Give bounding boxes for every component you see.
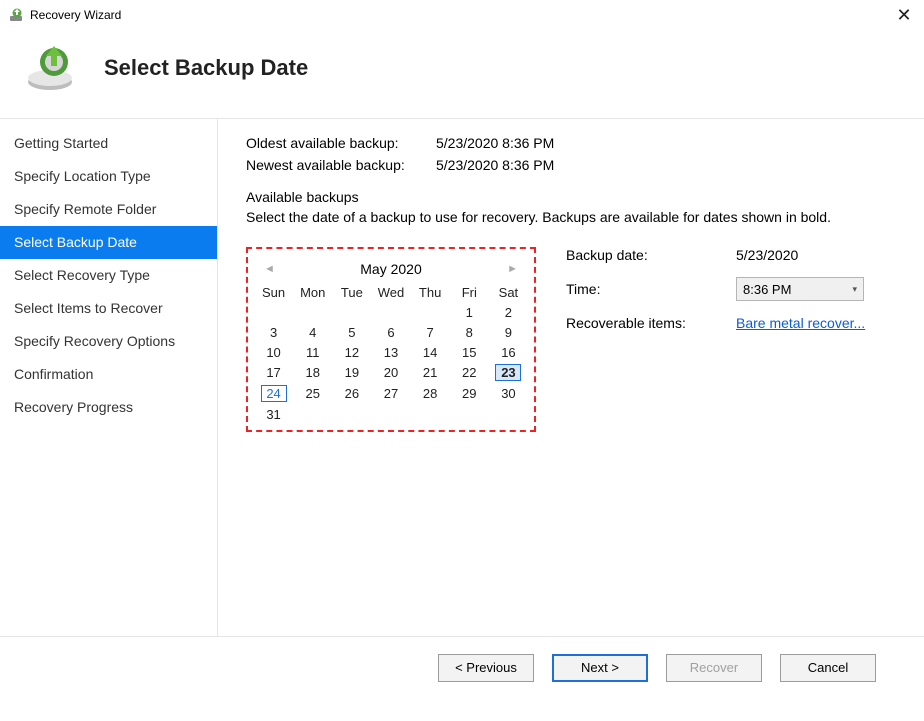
calendar-month-label[interactable]: May 2020	[360, 261, 421, 277]
calendar-day[interactable]: 29	[450, 383, 489, 404]
calendar-dow: Fri	[450, 283, 489, 302]
calendar-day[interactable]: 10	[254, 342, 293, 362]
sidebar-step[interactable]: Recovery Progress	[0, 391, 217, 424]
calendar-day[interactable]: 11	[293, 342, 332, 362]
wizard-footer: < Previous Next > Recover Cancel	[0, 636, 924, 698]
previous-button[interactable]: < Previous	[438, 654, 534, 682]
calendar-day[interactable]: 27	[371, 383, 410, 404]
calendar-day[interactable]: 7	[411, 322, 450, 342]
calendar-day[interactable]: 4	[293, 322, 332, 342]
oldest-backup-row: Oldest available backup: 5/23/2020 8:36 …	[246, 135, 894, 151]
backup-time-dropdown[interactable]: 8:36 PM ▾	[736, 277, 864, 301]
oldest-backup-value: 5/23/2020 8:36 PM	[436, 135, 554, 151]
calendar-day[interactable]: 1	[450, 302, 489, 322]
calendar-day	[411, 404, 450, 424]
sidebar-step[interactable]: Specify Location Type	[0, 160, 217, 193]
calendar-day[interactable]: 22	[450, 362, 489, 383]
recoverable-items-link[interactable]: Bare metal recover...	[736, 315, 865, 331]
calendar-day	[254, 302, 293, 322]
calendar-day[interactable]: 19	[332, 362, 371, 383]
backup-date-label: Backup date:	[566, 247, 736, 263]
calendar-day[interactable]: 5	[332, 322, 371, 342]
calendar-day[interactable]: 26	[332, 383, 371, 404]
sidebar-step[interactable]: Getting Started	[0, 127, 217, 160]
calendar-day[interactable]: 21	[411, 362, 450, 383]
wizard-header: Select Backup Date	[0, 30, 924, 118]
calendar-day[interactable]: 20	[371, 362, 410, 383]
calendar-day[interactable]: 2	[489, 302, 528, 322]
sidebar-step[interactable]: Specify Recovery Options	[0, 325, 217, 358]
calendar-next-icon[interactable]: ►	[501, 261, 524, 277]
calendar-day	[332, 302, 371, 322]
chevron-down-icon: ▾	[852, 284, 857, 295]
window-titlebar: Recovery Wizard ✕	[0, 0, 924, 30]
app-icon	[8, 7, 24, 23]
calendar-day[interactable]: 3	[254, 322, 293, 342]
calendar-day[interactable]: 9	[489, 322, 528, 342]
page-title: Select Backup Date	[104, 55, 308, 81]
calendar-day	[293, 404, 332, 424]
sidebar-step[interactable]: Select Items to Recover	[0, 292, 217, 325]
available-backups-subtitle: Select the date of a backup to use for r…	[246, 209, 894, 225]
cancel-button[interactable]: Cancel	[780, 654, 876, 682]
available-backups-title: Available backups	[246, 189, 894, 205]
recoverable-items-label: Recoverable items:	[566, 315, 736, 331]
newest-backup-value: 5/23/2020 8:36 PM	[436, 157, 554, 173]
calendar-dow: Wed	[371, 283, 410, 302]
calendar-day[interactable]: 8	[450, 322, 489, 342]
sidebar-step[interactable]: Select Backup Date	[0, 226, 217, 259]
newest-backup-label: Newest available backup:	[246, 157, 436, 173]
next-button[interactable]: Next >	[552, 654, 648, 682]
calendar-day[interactable]: 17	[254, 362, 293, 383]
calendar-day[interactable]: 24	[254, 383, 293, 404]
wizard-header-icon	[24, 42, 76, 94]
sidebar-step[interactable]: Confirmation	[0, 358, 217, 391]
calendar-day	[450, 404, 489, 424]
oldest-backup-label: Oldest available backup:	[246, 135, 436, 151]
calendar-day[interactable]: 18	[293, 362, 332, 383]
calendar-day[interactable]: 25	[293, 383, 332, 404]
calendar-day	[332, 404, 371, 424]
window-title: Recovery Wizard	[30, 8, 892, 22]
sidebar-step[interactable]: Specify Remote Folder	[0, 193, 217, 226]
calendar-day[interactable]: 6	[371, 322, 410, 342]
calendar-header: ◄ May 2020 ►	[254, 255, 528, 283]
calendar-grid: SunMonTueWedThuFriSat 123456789101112131…	[254, 283, 528, 424]
calendar-day	[371, 404, 410, 424]
calendar-dow: Sat	[489, 283, 528, 302]
calendar-dow: Sun	[254, 283, 293, 302]
newest-backup-row: Newest available backup: 5/23/2020 8:36 …	[246, 157, 894, 173]
backup-time-label: Time:	[566, 281, 736, 297]
close-icon[interactable]: ✕	[892, 5, 916, 26]
calendar-highlight-frame: ◄ May 2020 ► SunMonTueWedThuFriSat 12345…	[246, 247, 536, 432]
calendar-day	[411, 302, 450, 322]
calendar-day	[293, 302, 332, 322]
backup-time-value: 8:36 PM	[743, 282, 791, 297]
sidebar-step[interactable]: Select Recovery Type	[0, 259, 217, 292]
calendar-dow: Mon	[293, 283, 332, 302]
backup-date-value: 5/23/2020	[736, 247, 798, 263]
calendar-day[interactable]: 31	[254, 404, 293, 424]
calendar-day	[371, 302, 410, 322]
calendar-dow: Tue	[332, 283, 371, 302]
calendar-day[interactable]: 23	[489, 362, 528, 383]
calendar-day[interactable]: 16	[489, 342, 528, 362]
wizard-body: Getting StartedSpecify Location TypeSpec…	[0, 118, 924, 636]
wizard-main: Oldest available backup: 5/23/2020 8:36 …	[218, 119, 924, 636]
calendar-day	[489, 404, 528, 424]
wizard-steps-sidebar: Getting StartedSpecify Location TypeSpec…	[0, 119, 218, 636]
calendar-day[interactable]: 13	[371, 342, 410, 362]
recover-button[interactable]: Recover	[666, 654, 762, 682]
calendar-day[interactable]: 30	[489, 383, 528, 404]
calendar-dow: Thu	[411, 283, 450, 302]
calendar-day[interactable]: 15	[450, 342, 489, 362]
calendar-day[interactable]: 12	[332, 342, 371, 362]
calendar-prev-icon[interactable]: ◄	[258, 261, 281, 277]
backup-details: Backup date: 5/23/2020 Time: 8:36 PM ▾ R…	[566, 247, 894, 432]
calendar-day[interactable]: 14	[411, 342, 450, 362]
calendar[interactable]: ◄ May 2020 ► SunMonTueWedThuFriSat 12345…	[254, 255, 528, 424]
calendar-day[interactable]: 28	[411, 383, 450, 404]
